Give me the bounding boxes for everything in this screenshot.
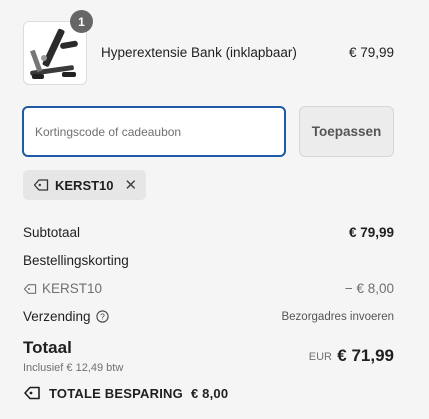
total-row: Totaal Inclusief € 12,49 btw EUR € 71,99	[23, 338, 394, 378]
discount-code-form: Toepassen	[22, 106, 394, 157]
shipping-row: Verzending ? Bezorgadres invoeren	[23, 309, 394, 324]
applied-discount-chip: KERST10 ✕	[23, 170, 147, 200]
help-icon[interactable]: ?	[95, 310, 109, 323]
subtotal-row: Subtotaal € 79,99	[23, 225, 394, 240]
applied-discount-code: KERST10	[55, 177, 114, 193]
cart-line-item: 1 Hyperextensie Bank (inklapbaar) € 79,9…	[23, 10, 394, 85]
shipping-label: Verzending	[23, 309, 91, 324]
discount-code-label: KERST10	[42, 281, 103, 296]
currency-code: EUR	[308, 351, 332, 363]
order-discount-label: Bestellingskorting	[23, 253, 129, 268]
subtotal-value: € 79,99	[348, 225, 394, 240]
svg-text:?: ?	[100, 312, 105, 322]
subtotal-label: Subtotaal	[23, 225, 81, 240]
order-discount-row: Bestellingskorting	[23, 253, 394, 268]
quantity-badge: 1	[70, 10, 93, 33]
total-savings: TOTALE BESPARING € 8,00	[23, 385, 228, 401]
shipping-value: Bezorgadres invoeren	[281, 310, 394, 323]
savings-label: TOTALE BESPARING	[49, 385, 183, 401]
tag-icon	[23, 283, 37, 294]
tag-icon	[24, 386, 40, 400]
remove-discount-icon[interactable]: ✕	[125, 178, 138, 193]
discount-code-row: KERST10 − € 8,00	[23, 281, 394, 296]
product-name: Hyperextensie Bank (inklapbaar)	[101, 45, 297, 60]
tax-note: Inclusief € 12,49 btw	[23, 362, 124, 374]
total-label: Totaal	[23, 338, 72, 357]
total-amount: € 71,99	[337, 346, 394, 365]
discount-code-value: − € 8,00	[344, 281, 394, 296]
product-price: € 79,99	[348, 45, 394, 60]
apply-discount-button[interactable]: Toepassen	[299, 106, 394, 157]
tag-icon	[33, 179, 49, 191]
discount-code-input[interactable]	[22, 106, 286, 157]
savings-amount: € 8,00	[190, 385, 229, 401]
